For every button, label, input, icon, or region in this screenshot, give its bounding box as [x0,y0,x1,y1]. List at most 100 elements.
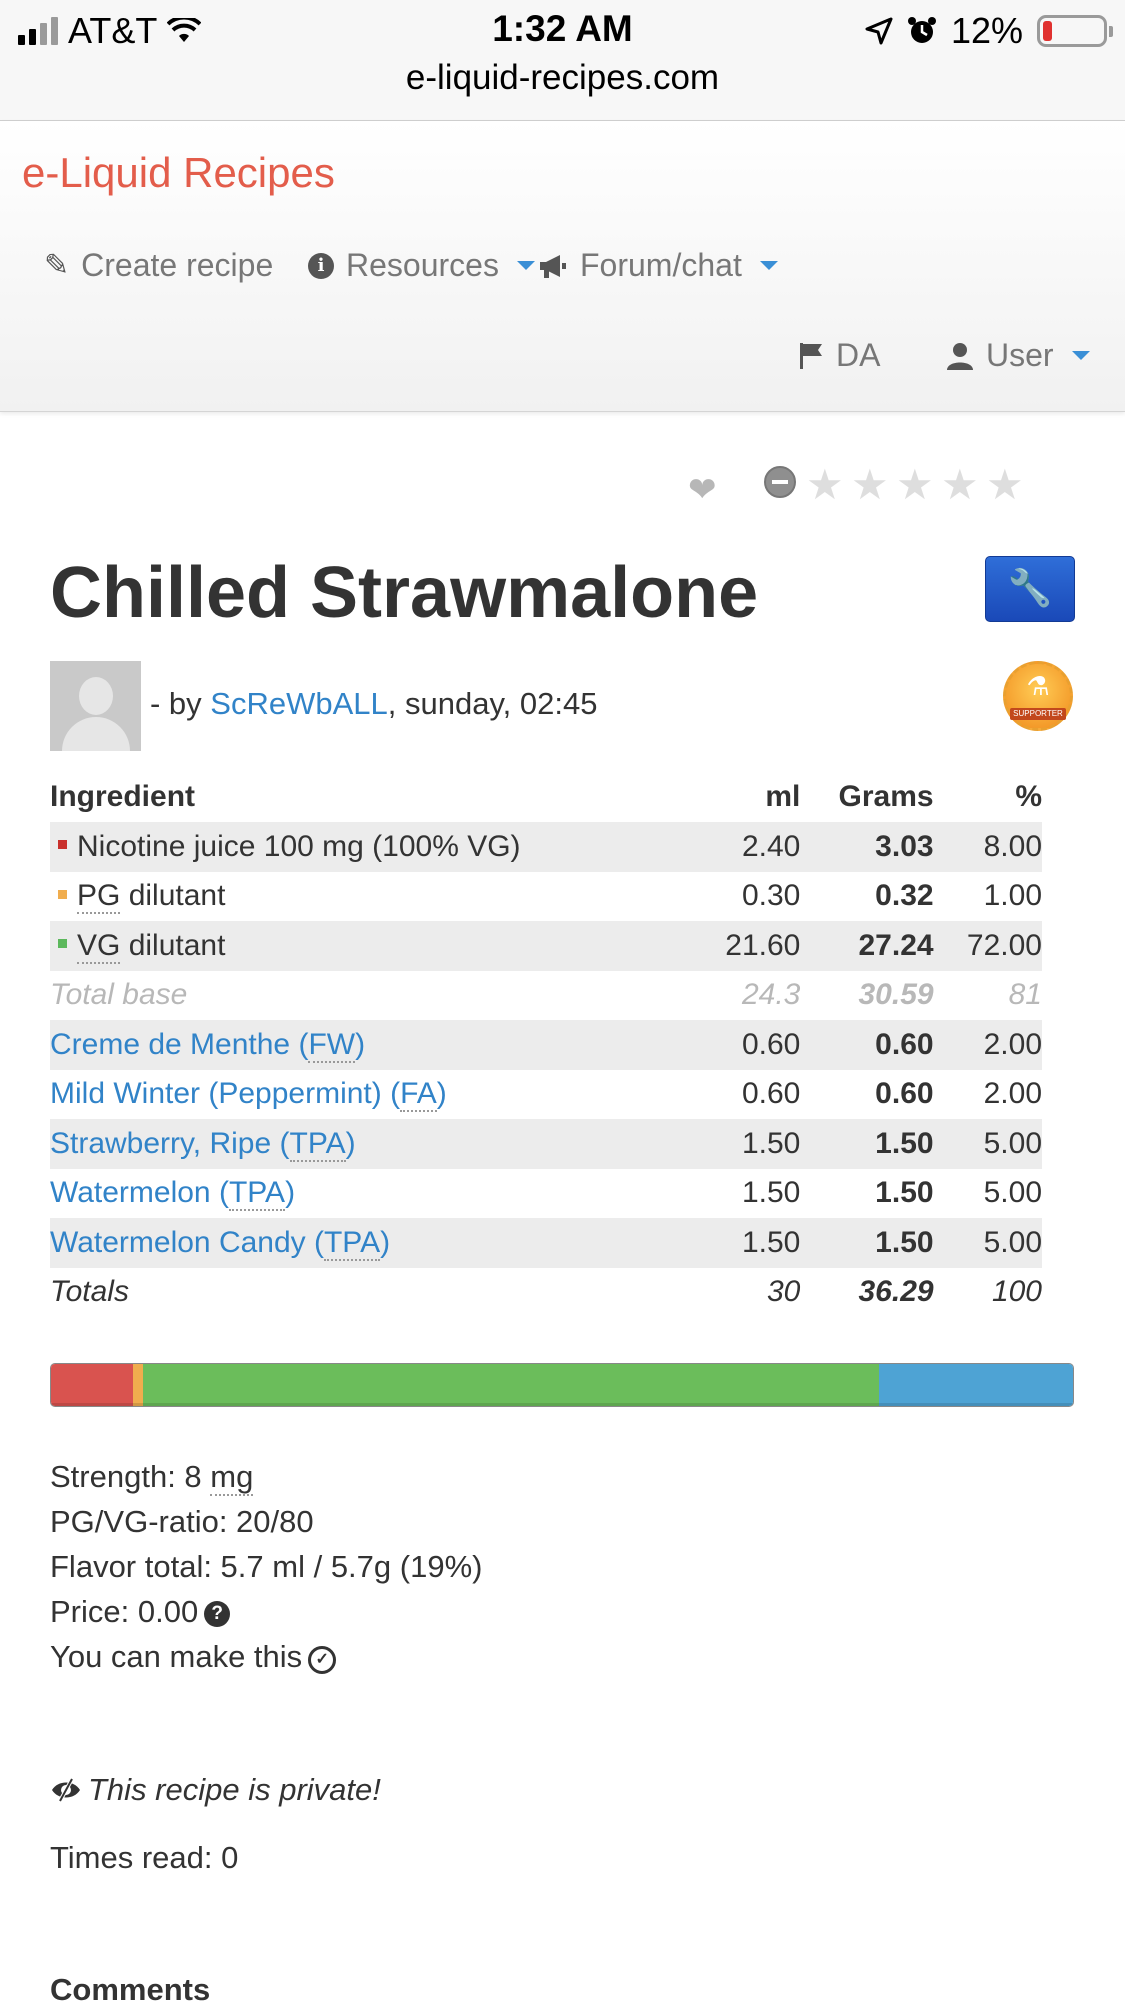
composition-segment-flavor [878,1364,1073,1406]
cell-percent: 5.00 [933,1119,1042,1169]
flavor-label-end: ) [345,1126,356,1160]
cell-ml: 0.60 [741,1077,801,1111]
nav-create-recipe-label: Create recipe [81,247,274,283]
composition-bar [50,1363,1074,1407]
table-row: Nicotine juice 100 mg (100% VG) 2.40 3.0… [50,822,1042,872]
cell-ml: 0.30 [741,879,801,913]
cell-ml: 24.3 [741,978,801,1012]
cell-percent: 8.00 [933,822,1042,872]
flavor-name: Watermelon (TPA) [50,1169,701,1219]
cell-grams: 0.32 [875,879,934,913]
cell-ml: 1.50 [701,1119,801,1169]
cell-percent: 72.00 [933,921,1042,971]
header-grams: Grams [838,780,934,813]
byline: - by ScReWbALL, sunday, 02:45 [150,686,597,722]
cell-ml: 30 [766,1275,801,1309]
abbr-pg[interactable]: PG [77,879,121,915]
nav-create-recipe[interactable]: ✎ Create recipe [44,247,273,284]
make-line: You can make this ✓ [50,1634,482,1679]
recipe-title: Chilled Strawmalone [50,553,759,633]
nav-forum-label: Forum/chat [580,247,742,283]
supporter-badge: ⚗ SUPPORTER [1003,661,1073,731]
flavor-label-end: ) [436,1077,447,1111]
location-arrow-icon [865,17,893,45]
ingredient-label: Nicotine juice 100 mg (100% VG) [77,829,521,863]
flavor-name: Strawberry, Ripe (TPA) [50,1119,702,1169]
rating-star-4-icon[interactable]: ★ [941,460,979,509]
cell-grams: 30.59 [858,978,934,1012]
ingredient-name: Nicotine juice 100 mg (100% VG) [50,822,702,872]
cell-grams: 1.50 [875,1176,934,1210]
vendor-abbr: TPA [323,1225,381,1261]
author-avatar[interactable] [50,661,141,751]
table-row: Creme de Menthe (FW) 0.60 0.60 2.00 [50,1020,1042,1070]
cell-percent: 100 [991,1275,1042,1309]
flavor-label: Watermelon ( [50,1176,229,1210]
flavor-label: Mild Winter (Peppermint) ( [50,1077,401,1111]
flavor-link[interactable]: Creme de Menthe (FW) [50,1027,366,1063]
private-label: This recipe is private! [88,1772,381,1807]
nav-resources[interactable]: i Resources [308,247,535,284]
flavor-label-end: ) [285,1176,296,1210]
nav-forum[interactable]: Forum/chat [538,247,778,284]
flavor-label-end: ) [380,1225,391,1259]
table-header-row: Ingredient ml Grams % [50,772,1042,822]
price-line: Price: 0.00? [50,1589,482,1634]
times-read: Times read: 0 [50,1840,239,1875]
make-label: You can make this [50,1639,303,1674]
author-link[interactable]: ScReWbALL [210,686,387,721]
edit-recipe-button[interactable]: 🔧 [985,556,1075,622]
rating-star-5-icon[interactable]: ★ [986,460,1024,509]
nav-user[interactable]: User [946,337,1090,374]
flavor-label: Watermelon Candy ( [50,1225,324,1259]
cell-grams: 27.24 [800,921,934,971]
cell-percent: 5.00 [933,1218,1042,1268]
rating-star-2-icon[interactable]: ★ [851,460,889,509]
strength-unit: mg [210,1459,254,1496]
ingredient-label: dilutant [120,928,226,962]
flavor-link[interactable]: Watermelon (TPA) [50,1176,296,1212]
favorite-heart-icon[interactable]: ❤ [688,470,717,510]
nav-resources-label: Resources [346,247,499,283]
header-percent: % [1015,780,1042,813]
flavor-label: Strawberry, Ripe ( [50,1126,290,1160]
megaphone-icon [540,254,566,278]
vendor-abbr: FA [400,1077,437,1113]
cell-grams: 0.60 [875,1077,934,1111]
remove-rating-icon[interactable] [764,466,796,498]
comments-heading: Comments [50,1972,211,2007]
question-icon[interactable]: ? [204,1601,231,1627]
flavor-name: Creme de Menthe (FW) [50,1020,702,1070]
alarm-icon [907,17,936,43]
flavor-name: Watermelon Candy (TPA) [50,1218,702,1268]
cell-percent: 1.00 [983,879,1042,913]
chevron-down-icon [759,261,778,270]
table-row: VG dilutant 21.60 27.24 72.00 [50,921,1042,971]
private-notice: This recipe is private! [50,1772,381,1808]
rating-star-3-icon[interactable]: ★ [896,460,934,509]
pencil-icon: ✎ [44,249,70,282]
vendor-abbr: FW [308,1027,356,1063]
ingredient-name: PG dilutant [50,872,701,922]
flavor-link[interactable]: Mild Winter (Peppermint) (FA) [50,1077,447,1113]
check-circle-icon: ✓ [308,1646,337,1674]
flavor-label-end: ) [355,1027,366,1061]
color-swatch [58,889,67,899]
header-ingredient: Ingredient [50,780,196,813]
brand-link[interactable]: e-Liquid Recipes [22,149,335,197]
nav-language-label: DA [836,337,881,373]
chevron-down-icon [516,261,535,270]
vendor-abbr: TPA [289,1126,346,1162]
cell-grams: 3.03 [800,822,934,872]
total-base-row: Total base 24.3 30.59 81 [50,971,1042,1021]
url-bar[interactable]: e-liquid-recipes.com [0,58,1125,98]
flavor-link[interactable]: Strawberry, Ripe (TPA) [50,1126,356,1162]
abbr-vg[interactable]: VG [77,928,121,964]
rating-star-1-icon[interactable]: ★ [806,460,844,509]
nav-language[interactable]: DA [798,337,880,374]
user-icon [947,342,973,370]
flavor-link[interactable]: Watermelon Candy (TPA) [50,1225,391,1261]
ingredient-label: dilutant [120,879,226,913]
cell-ml: 1.50 [701,1218,801,1268]
flask-icon: ⚗ [1026,671,1050,701]
